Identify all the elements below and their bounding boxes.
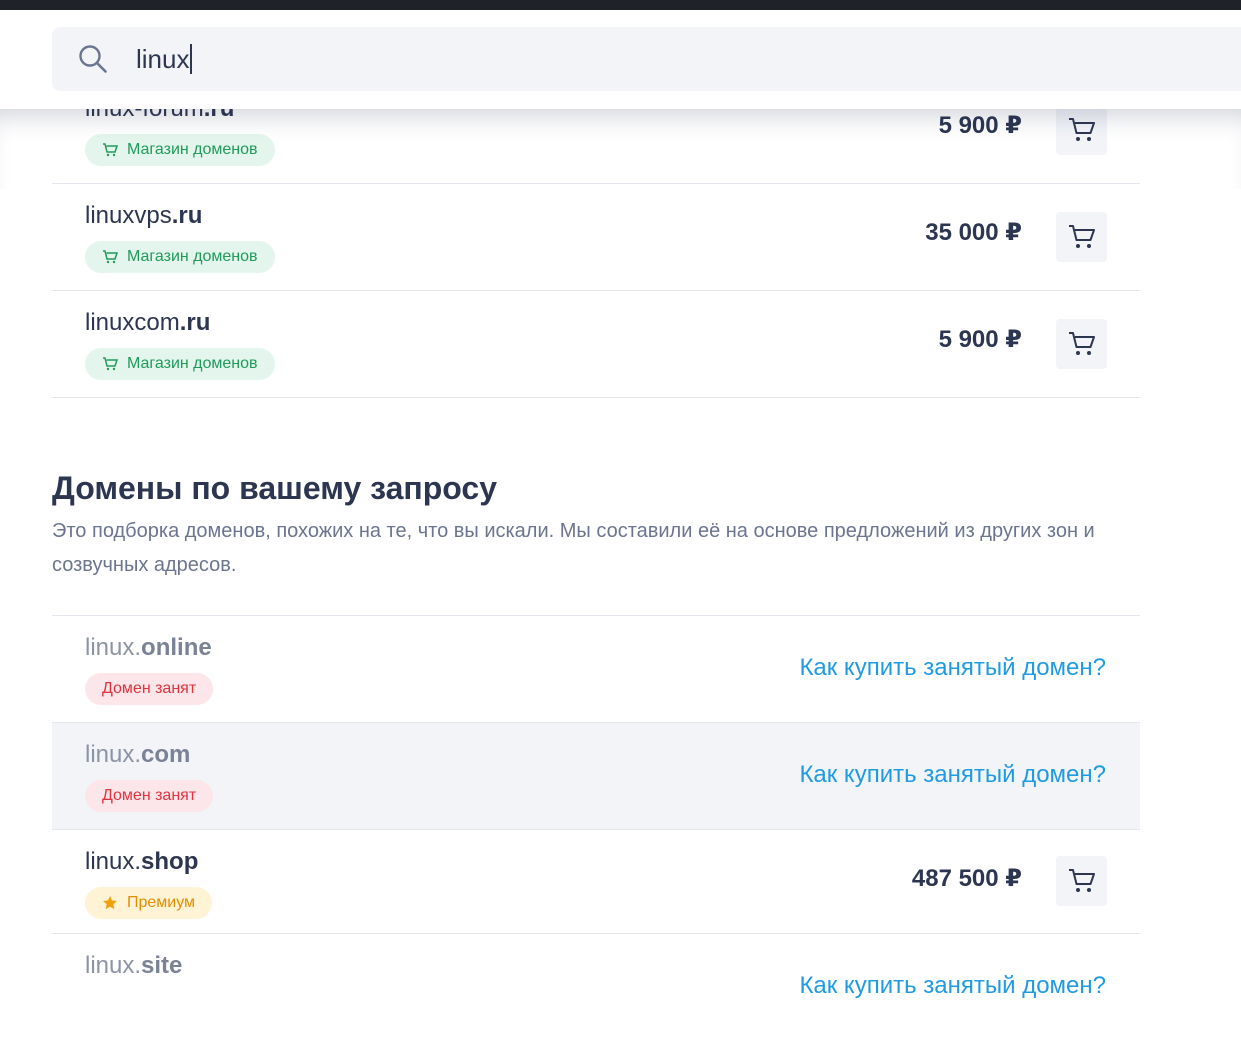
search-query: linux [136, 43, 190, 74]
domain-name[interactable]: linuxvps.ru [85, 202, 202, 230]
domain-row[interactable]: linux.online Домен занят Как купить заня… [52, 616, 1140, 723]
domain-price: 5 900 ₽ [938, 326, 1022, 353]
cart-icon [1068, 118, 1095, 141]
section-description: Это подборка доменов, похожих на те, что… [52, 520, 1095, 576]
cart-icon [1068, 225, 1095, 248]
cart-icon [103, 357, 118, 371]
cart-icon [103, 143, 118, 157]
domain-price: 487 500 ₽ [911, 865, 1022, 892]
domain-name[interactable]: linux.online [85, 634, 212, 662]
domain-name[interactable]: linux.com [85, 741, 190, 769]
badge-label: Магазин доменов [127, 248, 258, 265]
taken-badge: Домен занят [85, 673, 214, 705]
taken-badge: Домен занят [85, 780, 214, 812]
search-icon[interactable] [78, 44, 108, 74]
domain-row[interactable]: linuxvps.ru Магазин доменов 35 000 ₽ [52, 184, 1140, 291]
domain-price: 5 900 ₽ [938, 112, 1022, 139]
add-to-cart-button[interactable] [1056, 856, 1107, 906]
add-to-cart-button[interactable] [1056, 319, 1107, 369]
add-to-cart-button[interactable] [1056, 105, 1107, 155]
how-to-buy-link[interactable]: Как купить занятый домен? [799, 761, 1106, 789]
star-icon [103, 896, 117, 910]
search-input[interactable]: linux [136, 39, 736, 79]
cart-icon [1068, 332, 1095, 355]
shop-badge: Магазин доменов [85, 348, 275, 380]
domain-name[interactable]: linux.shop [85, 848, 198, 876]
domain-row[interactable]: linuxcom.ru Магазин доменов 5 900 ₽ [52, 291, 1140, 398]
cart-icon [103, 250, 118, 264]
how-to-buy-link[interactable]: Как купить занятый домен? [799, 654, 1106, 682]
cart-icon [1068, 869, 1095, 892]
how-to-buy-link[interactable]: Как купить занятый домен? [799, 972, 1106, 1000]
shop-badge: Магазин доменов [85, 134, 275, 166]
search-box[interactable]: linux [52, 27, 1241, 91]
badge-label: Магазин доменов [127, 141, 258, 158]
shop-domain-list: linux-forum.ru Магазин доменов 5 900 ₽ l… [52, 77, 1140, 398]
badge-label: Премиум [127, 894, 196, 911]
domain-name[interactable]: linuxcom.ru [85, 309, 210, 337]
domain-row[interactable]: linux.site Как купить занятый домен? [52, 934, 1140, 1040]
domain-row[interactable]: linux.shop Премиум 487 500 ₽ [52, 830, 1140, 934]
browser-top-strip [0, 0, 1241, 10]
domain-price: 35 000 ₽ [925, 219, 1022, 246]
section-title: Домены по вашему запросу [52, 470, 497, 506]
premium-badge: Премиум [85, 887, 213, 919]
search-panel: linux [0, 10, 1241, 109]
domain-row[interactable]: linux.com Домен занят Как купить занятый… [52, 723, 1140, 830]
results-list: linux.online Домен занят Как купить заня… [52, 615, 1140, 1040]
domain-name[interactable]: linux.site [85, 952, 182, 980]
add-to-cart-button[interactable] [1056, 212, 1107, 262]
shop-badge: Магазин доменов [85, 241, 275, 273]
badge-label: Магазин доменов [127, 355, 258, 372]
text-caret [190, 44, 193, 74]
